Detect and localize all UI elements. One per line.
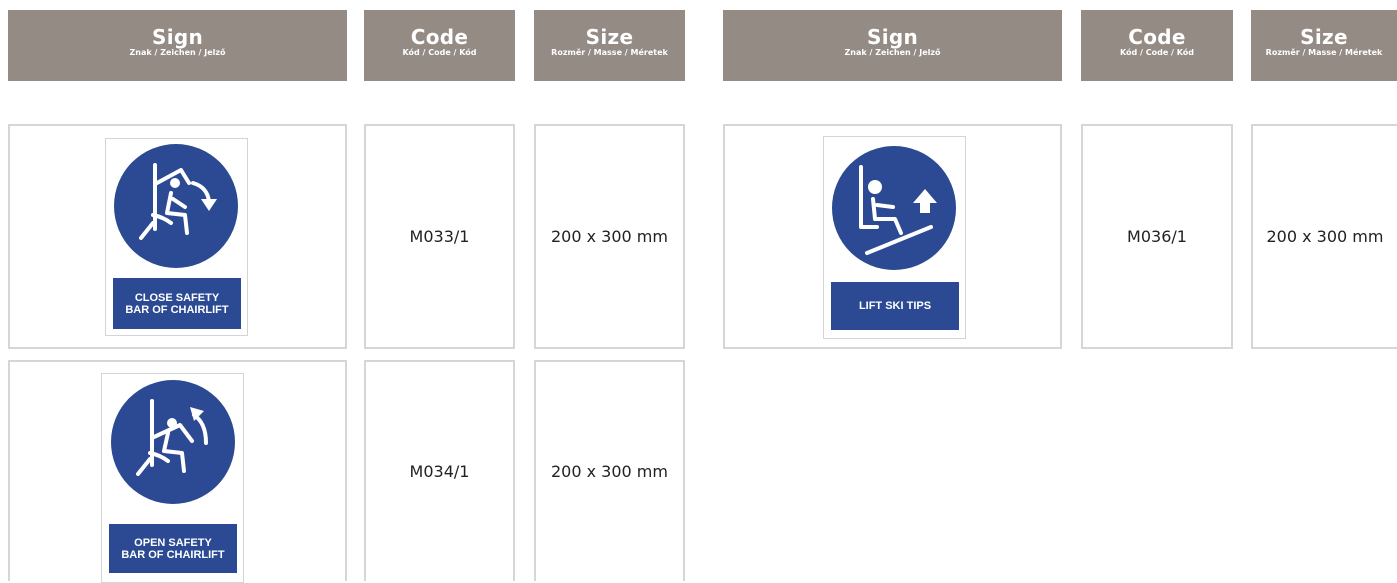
product-size: 200 x 300 mm (551, 462, 668, 481)
header-code-subtitle: Kód / Code / Kód (1119, 48, 1195, 57)
sign-caption: OPEN SAFETY BAR OF CHAIRLIFT (109, 524, 237, 573)
code-cell: M033/1 (364, 124, 515, 349)
sign-caption-line: BAR OF CHAIRLIFT (125, 303, 229, 316)
product-size: 200 x 300 mm (551, 227, 668, 246)
header-code-title: Code (410, 25, 469, 49)
header-code-left: Code Kód / Code / Kód (364, 10, 515, 81)
size-cell: 200 x 300 mm (1251, 124, 1397, 349)
header-code-title: Code (1128, 25, 1186, 49)
product-size: 200 x 300 mm (1266, 227, 1384, 246)
product-code: M034/1 (409, 462, 470, 481)
safety-sign: CLOSE SAFETY BAR OF CHAIRLIFT (105, 138, 248, 336)
header-size-right: Size Rozměr / Masse / Méretek (1251, 10, 1397, 81)
sign-caption: CLOSE SAFETY BAR OF CHAIRLIFT (113, 278, 241, 329)
product-code: M033/1 (409, 227, 470, 246)
sign-cell: OPEN SAFETY BAR OF CHAIRLIFT (8, 360, 347, 583)
lift-ski-tips-icon (832, 146, 956, 270)
sign-cell: LIFT SKI TIPS (723, 124, 1062, 349)
header-size-title: Size (1300, 25, 1348, 49)
header-sign-right: Sign Znak / Zeichen / Jelző (723, 10, 1062, 81)
code-cell: M034/1 (364, 360, 515, 581)
size-cell: 200 x 300 mm (534, 124, 685, 349)
header-sign-title: Sign (151, 25, 203, 49)
header-size-subtitle: Rozměr / Masse / Méretek (551, 48, 668, 57)
sign-caption-line: CLOSE SAFETY (134, 291, 220, 304)
header-code-right: Code Kód / Code / Kód (1081, 10, 1233, 81)
safety-sign: OPEN SAFETY BAR OF CHAIRLIFT (101, 373, 244, 583)
header-size-left: Size Rozměr / Masse / Méretek (534, 10, 685, 81)
header-sign-subtitle: Znak / Zeichen / Jelző (844, 48, 941, 57)
header-code-subtitle: Kód / Code / Kód (402, 48, 477, 57)
sign-caption-line: OPEN SAFETY (134, 536, 212, 549)
open-safety-bar-icon (111, 380, 235, 504)
header-sign-subtitle: Znak / Zeichen / Jelző (129, 48, 226, 57)
sign-cell: CLOSE SAFETY BAR OF CHAIRLIFT (8, 124, 347, 349)
size-cell: 200 x 300 mm (534, 360, 685, 581)
product-code: M036/1 (1127, 227, 1187, 246)
sign-caption: LIFT SKI TIPS (831, 282, 959, 330)
code-cell: M036/1 (1081, 124, 1233, 349)
header-size-subtitle: Rozměr / Masse / Méretek (1265, 48, 1383, 57)
safety-sign: LIFT SKI TIPS (823, 136, 966, 339)
header-sign-title: Sign (866, 25, 918, 49)
sign-caption-line: LIFT SKI TIPS (858, 300, 932, 312)
header-size-title: Size (585, 25, 634, 49)
header-sign-left: Sign Znak / Zeichen / Jelző (8, 10, 347, 81)
close-safety-bar-icon (114, 144, 238, 268)
sign-caption-line: BAR OF CHAIRLIFT (121, 548, 225, 561)
